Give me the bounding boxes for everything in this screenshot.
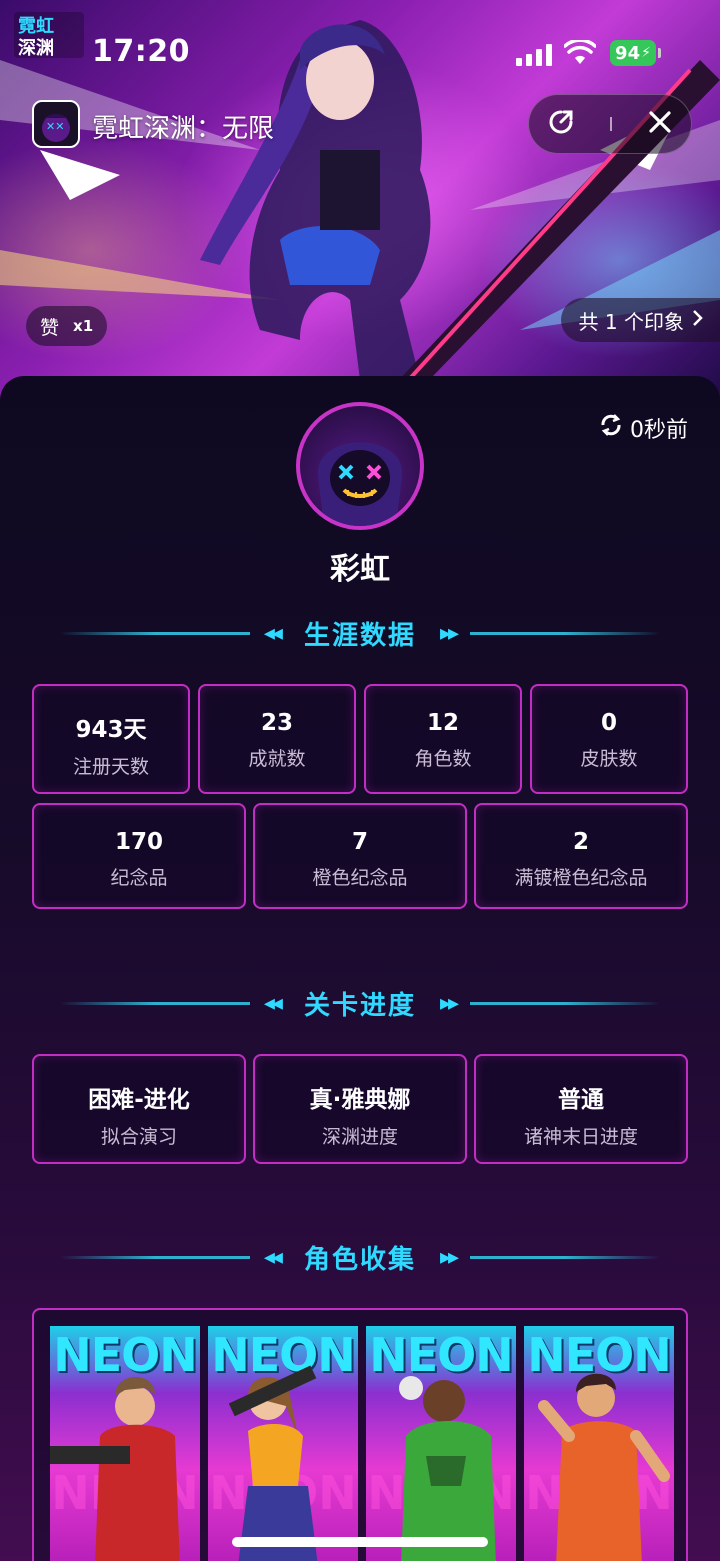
progress-card: 困难-进化 拟合演习	[32, 1054, 246, 1164]
character-card[interactable]: NEON NEON	[208, 1326, 358, 1561]
like-label: 赞	[40, 316, 60, 339]
status-time: 17:20	[92, 34, 190, 69]
refresh-button[interactable]: 0秒前	[598, 412, 688, 444]
progress-value: 困难-进化	[88, 1087, 190, 1113]
progress-value: 普通	[558, 1087, 604, 1113]
stat-label: 满镀橙色纪念品	[514, 867, 648, 889]
character-card[interactable]: NEON NEON	[366, 1326, 516, 1561]
stat-value: 943天	[75, 717, 147, 743]
character-portrait	[50, 1376, 180, 1561]
home-indicator[interactable]	[232, 1537, 488, 1547]
battery-level: 94	[615, 42, 641, 64]
stat-label: 纪念品	[110, 867, 168, 889]
arrow-left-icon: ◂◂	[263, 1244, 283, 1270]
stat-label: 橙色纪念品	[312, 867, 408, 889]
game-logo: 霓虹 深渊	[14, 12, 84, 59]
player-nickname: 彩虹	[330, 552, 390, 587]
section-characters-title: 角色收集	[303, 1244, 416, 1275]
logo-line1: 霓虹	[18, 15, 54, 37]
stat-card: 2 满镀橙色纪念品	[474, 803, 688, 909]
arrow-right-icon: ▸▸	[440, 1244, 459, 1270]
stat-label: 皮肤数	[580, 748, 638, 770]
share-icon[interactable]	[547, 108, 575, 140]
cellular-signal-icon	[516, 44, 552, 66]
progress-card: 普通 诸神末日进度	[474, 1054, 688, 1164]
stat-card: 170 纪念品	[32, 803, 246, 909]
app-title: 霓虹深渊：无限	[92, 114, 275, 144]
stat-label: 成就数	[248, 748, 306, 770]
stat-label: 角色数	[414, 748, 472, 770]
stat-value: 0	[600, 710, 617, 736]
divider-line	[470, 1256, 660, 1259]
arrow-left-icon: ◂◂	[263, 990, 283, 1016]
arrow-right-icon: ▸▸	[440, 990, 459, 1016]
divider-line	[470, 632, 660, 635]
character-portrait	[538, 1373, 670, 1561]
stat-value: 170	[114, 829, 163, 855]
stat-card: 943天 注册天数	[32, 684, 190, 794]
stat-value: 7	[351, 829, 368, 855]
impression-button[interactable]: 共 1 个印象	[560, 298, 720, 342]
section-career-title: 生涯数据	[303, 620, 416, 651]
divider-line	[60, 1256, 250, 1259]
chevron-right-icon	[692, 308, 704, 332]
stat-value: 12	[426, 710, 459, 736]
stat-card: 7 橙色纪念品	[253, 803, 467, 909]
arrow-right-icon: ▸▸	[440, 620, 459, 646]
battery-indicator: 94 ⚡	[610, 40, 656, 66]
progress-label: 诸神末日进度	[523, 1126, 638, 1148]
app-icon: ✕✕	[32, 100, 80, 148]
character-card[interactable]: NEON NEON	[524, 1326, 674, 1561]
charging-icon: ⚡	[641, 45, 651, 61]
impression-label: 共 1 个印象	[578, 309, 684, 334]
progress-value: 真·雅典娜	[309, 1087, 411, 1113]
refresh-icon	[598, 412, 624, 444]
divider-line	[470, 1002, 660, 1005]
like-chip[interactable]: 赞 x1	[26, 306, 108, 346]
progress-label: 深渊进度	[321, 1126, 398, 1148]
avatar[interactable]	[296, 402, 424, 530]
stat-card: 23 成就数	[198, 684, 356, 794]
refresh-time: 0秒前	[630, 418, 688, 443]
divider-line	[60, 1002, 250, 1005]
stat-value: 2	[572, 829, 589, 855]
section-progress-title: 关卡进度	[303, 990, 416, 1021]
stat-card: 12 角色数	[364, 684, 522, 794]
character-portrait	[228, 1365, 318, 1561]
divider-line	[60, 632, 250, 635]
progress-label: 拟合演习	[100, 1126, 177, 1148]
battery-tip	[658, 48, 661, 58]
character-portrait	[399, 1376, 496, 1561]
svg-text:✕✕: ✕✕	[46, 120, 64, 133]
mini-program-capsule	[528, 94, 692, 154]
character-card[interactable]: NEON NEON	[50, 1326, 200, 1561]
stat-label: 注册天数	[72, 756, 149, 778]
progress-card: 真·雅典娜 深渊进度	[253, 1054, 467, 1164]
close-icon[interactable]	[647, 109, 673, 139]
stat-card: 0 皮肤数	[530, 684, 688, 794]
arrow-left-icon: ◂◂	[263, 620, 283, 646]
section-career-header: ◂◂ 生涯数据 ▸▸	[0, 613, 720, 653]
logo-line2: 深渊	[18, 37, 54, 58]
wifi-icon	[563, 38, 597, 70]
capsule-divider	[609, 117, 612, 131]
section-progress-header: ◂◂ 关卡进度 ▸▸	[0, 983, 720, 1023]
like-count: x1	[73, 317, 94, 335]
stat-value: 23	[260, 710, 293, 736]
section-characters-header: ◂◂ 角色收集 ▸▸	[0, 1237, 720, 1277]
